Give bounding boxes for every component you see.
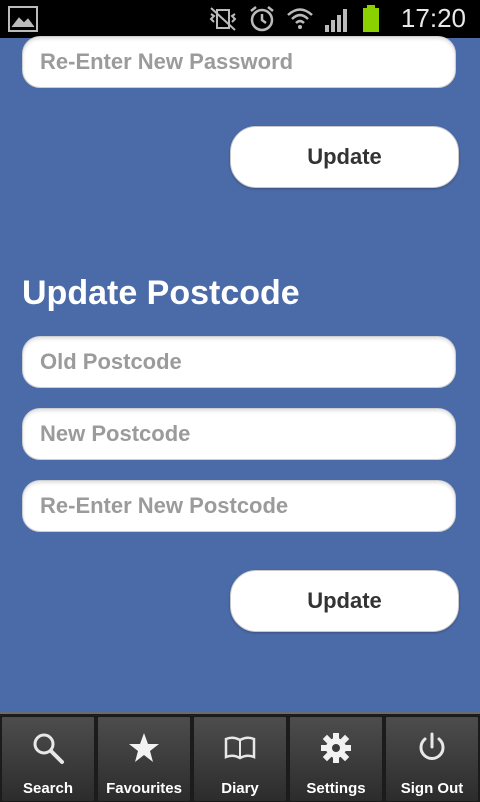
- nav-item-label: Diary: [221, 780, 259, 797]
- new-postcode-placeholder: New Postcode: [40, 421, 191, 446]
- nav-item-label: Settings: [306, 780, 366, 797]
- update-postcode-heading: Update Postcode: [22, 274, 300, 312]
- reenter-new-password-placeholder: Re-Enter New Password: [40, 49, 294, 74]
- clock: 17:20: [400, 3, 466, 33]
- nav-item-search[interactable]: Search: [1, 716, 95, 802]
- signal-icon: [325, 9, 347, 32]
- reenter-new-password-field[interactable]: Re-Enter New Password: [22, 36, 456, 88]
- image-icon: [8, 6, 38, 32]
- nav-item-settings[interactable]: Settings: [289, 716, 383, 802]
- new-postcode-field[interactable]: New Postcode: [22, 408, 456, 460]
- vibrate-mute-icon: [209, 7, 237, 31]
- nav-item-label: Search: [22, 780, 74, 797]
- nav-item-diary[interactable]: Diary: [193, 716, 287, 802]
- power-icon: [419, 732, 445, 760]
- search-icon: [33, 733, 64, 764]
- status-bar: 17:20: [0, 0, 480, 38]
- old-postcode-placeholder: Old Postcode: [40, 349, 182, 374]
- nav-item-sign-out[interactable]: Sign Out: [385, 716, 479, 802]
- battery-icon: [363, 5, 379, 32]
- gear-icon: [321, 733, 351, 763]
- nav-item-label: Favourites: [106, 780, 182, 797]
- reenter-new-postcode-field[interactable]: Re-Enter New Postcode: [22, 480, 456, 532]
- update-password-button[interactable]: Update: [230, 126, 459, 188]
- alarm-icon: [250, 6, 274, 32]
- star-icon: [129, 733, 159, 762]
- wifi-icon: [287, 8, 313, 29]
- reenter-new-postcode-placeholder: Re-Enter New Postcode: [40, 493, 289, 518]
- old-postcode-field[interactable]: Old Postcode: [22, 336, 456, 388]
- nav-item-label: Sign Out: [400, 780, 464, 797]
- book-icon: [224, 736, 256, 760]
- nav-item-favourites[interactable]: Favourites: [97, 716, 191, 802]
- bottom-nav: Search Favourites Diary Settings Sign Ou…: [0, 712, 480, 802]
- update-postcode-button[interactable]: Update: [230, 570, 459, 632]
